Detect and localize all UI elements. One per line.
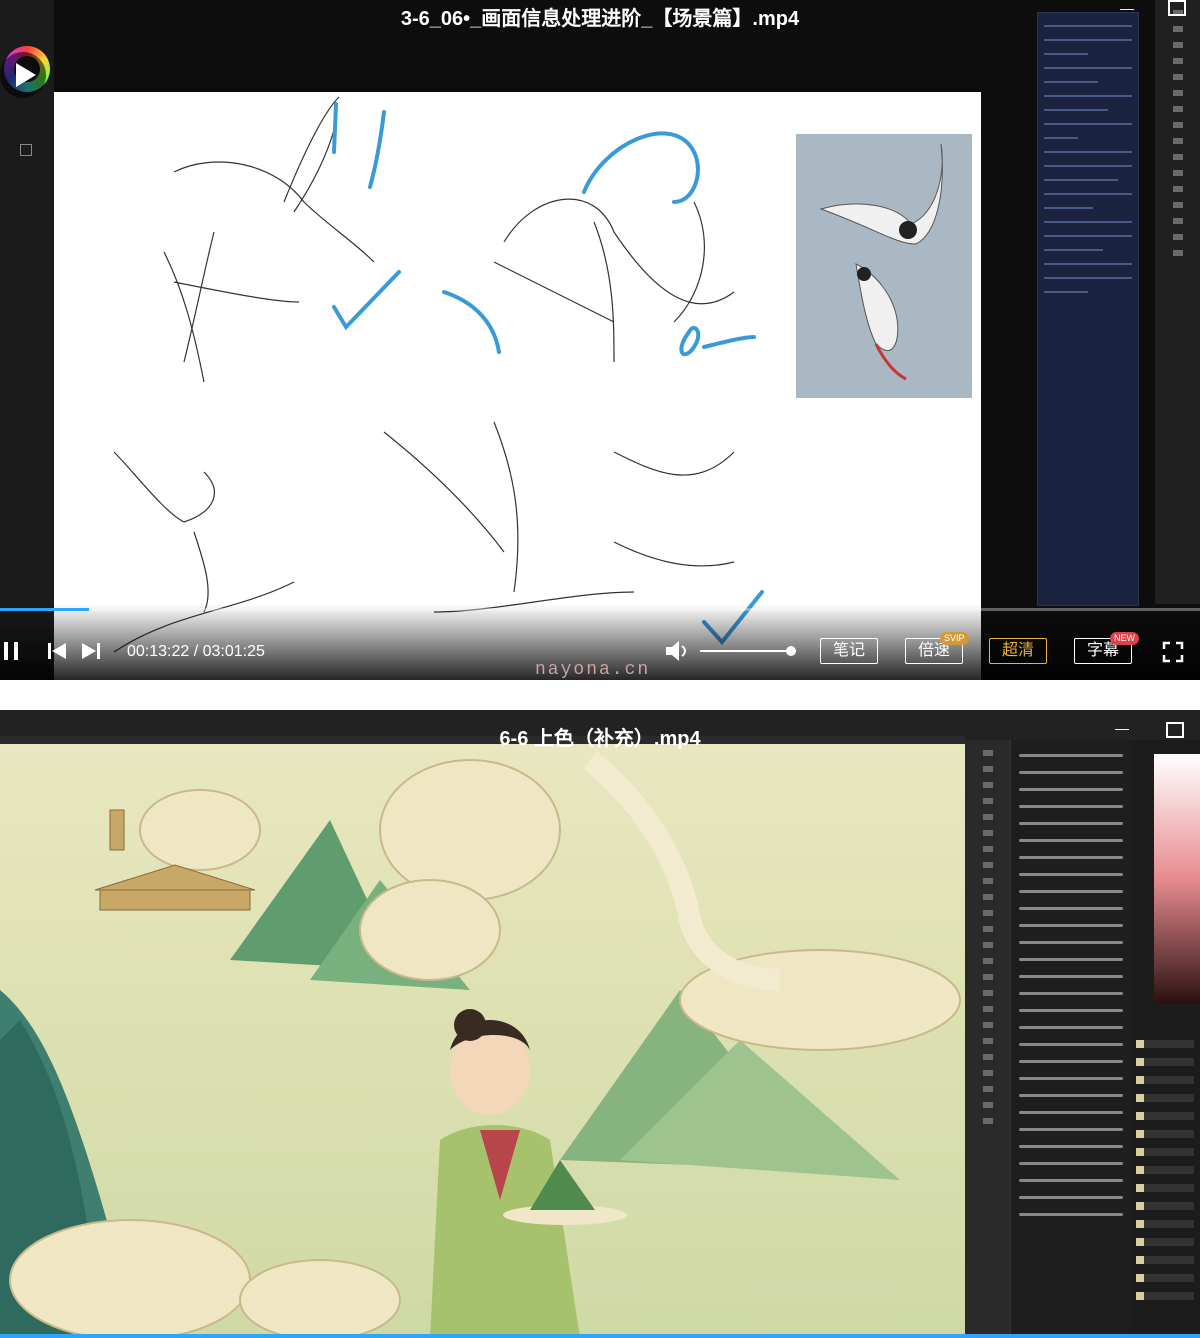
time-separator: / [189,643,203,660]
paint-app-toolbar [965,740,1010,1338]
next-button[interactable] [80,641,102,666]
maximize-icon[interactable] [1168,0,1186,16]
fullscreen-button[interactable] [1162,641,1184,668]
paint-app-right-toolbar [1155,0,1200,604]
minimize-icon[interactable]: — [1120,0,1134,16]
video-title: 6-6 上色（补充）.mp4 [499,728,701,750]
illustration-canvas [0,740,965,1338]
reference-photo [796,134,972,398]
brush-panel[interactable] [1010,740,1131,1338]
video-player-1[interactable]: 3-6_06•_画面信息处理进阶_【场景篇】.mp4 — 00:13:22 / … [0,0,1200,680]
video-player-2[interactable]: 6-6 上色（补充）.mp4 — [0,710,1200,1338]
notes-button[interactable]: 笔记 [820,638,878,664]
separator [0,680,1200,710]
quality-button[interactable]: 超清 [989,638,1047,664]
volume-slider[interactable] [700,646,797,656]
progress-fill [0,608,89,611]
previous-button[interactable] [46,641,68,666]
time-total: 03:01:25 [202,643,265,660]
color-layers-panel[interactable] [1130,740,1200,1338]
time-current: 00:13:22 [127,643,190,660]
svip-badge: SVIP [940,632,969,645]
watermark: nayona.cn [535,660,651,680]
progress-bar[interactable] [0,1334,1200,1338]
volume-button[interactable] [664,639,692,668]
landscape-illustration [0,751,961,1338]
video-title: 3-6_06•_画面信息处理进阶_【场景篇】.mp4 [400,8,800,30]
previous-icon [48,643,66,659]
minimize-icon[interactable]: — [1115,720,1129,736]
new-badge: NEW [1110,632,1139,645]
progress-fill [0,1334,1200,1338]
pause-button[interactable] [2,640,22,667]
color-picker[interactable] [1154,754,1200,1004]
next-icon [82,643,100,659]
fullscreen-icon [1162,641,1184,663]
volume-icon [666,641,686,661]
pause-icon [4,642,18,660]
play-icon [16,63,36,87]
tool-icon[interactable] [20,144,32,156]
girl-figure [430,1009,627,1338]
play-overlay-button[interactable] [0,52,46,98]
time-display: 00:13:22 / 03:01:25 [127,643,265,661]
maximize-icon[interactable] [1166,722,1184,738]
progress-bar[interactable] [0,608,1200,611]
tern-photo [819,143,943,381]
paint-app-left-toolbar [0,0,54,680]
chat-panel[interactable] [1037,12,1139,606]
